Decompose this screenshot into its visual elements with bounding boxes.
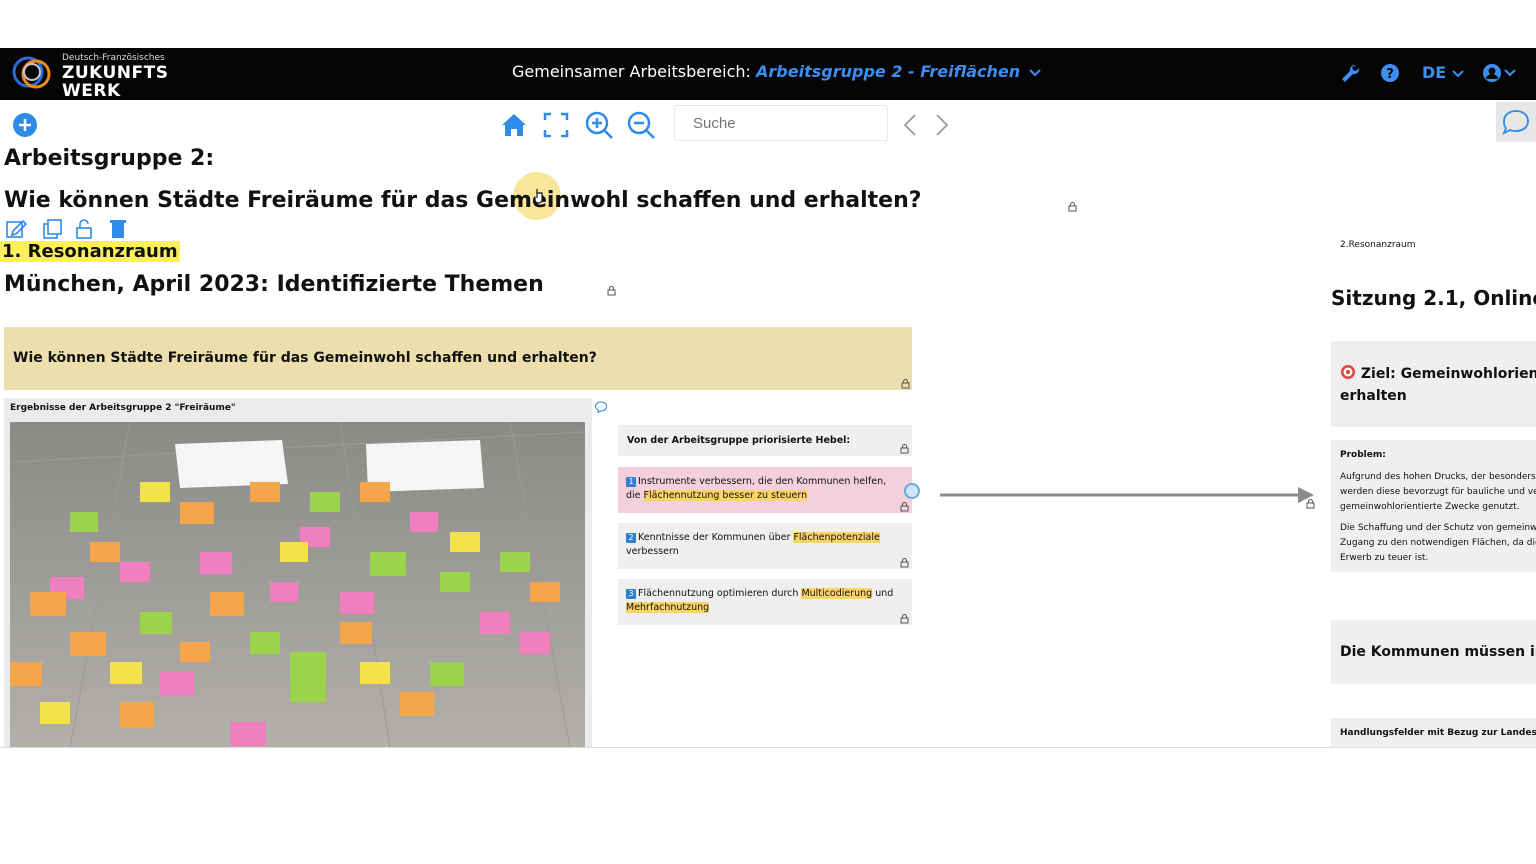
top-navbar: Deutsch-Französisches ZUKUNFTS WERK Geme… [0, 48, 1536, 101]
workspace-name: Arbeitsgruppe 2 - Freiflächen [756, 62, 1021, 81]
chevron-right-icon[interactable] [932, 110, 952, 140]
hebel-text: Flächennutzung optimieren durch [638, 588, 799, 599]
user-avatar-icon [1483, 64, 1516, 82]
zoom-in-icon[interactable] [584, 110, 614, 140]
comment-icon[interactable] [594, 400, 608, 414]
wrench-icon[interactable] [1338, 61, 1364, 87]
hebel-text-after: verbessern [626, 546, 679, 557]
chevron-down-icon [1452, 63, 1464, 82]
session-heading[interactable]: Sitzung 2.1, Online, [1331, 286, 1536, 310]
question-box-text: Wie können Städte Freiräume für das Geme… [13, 350, 597, 366]
lock-icon[interactable] [900, 444, 909, 454]
problem-card[interactable]: Problem: Aufgrund des hohen Drucks, der … [1331, 440, 1536, 572]
comments-button[interactable] [1496, 102, 1536, 142]
problem-line: Zugang zu den notwendigen Flächen, da di… [1340, 538, 1536, 548]
ziel-line2: erhalten [1340, 388, 1407, 404]
edit-icon[interactable] [6, 219, 28, 238]
problem-line: Erwerb zu teuer ist. [1340, 553, 1429, 563]
problem-title: Problem: [1340, 450, 1386, 460]
question-title[interactable]: Wie können Städte Freiräume für das Geme… [4, 188, 922, 213]
section-badge[interactable]: 1. Resonanzraum [0, 241, 180, 262]
handlungsfelder-card[interactable]: Handlungsfelder mit Bezug zur Landes- u [1331, 718, 1536, 748]
chat-bubble-icon [1502, 110, 1529, 135]
fullscreen-icon[interactable] [541, 110, 571, 140]
sticky-notes-photo[interactable] [10, 422, 585, 748]
svg-text:?: ? [1386, 67, 1394, 82]
hebel-heading: Von der Arbeitsgruppe priorisierte Hebel… [627, 435, 851, 446]
group-title[interactable]: Arbeitsgruppe 2: [4, 146, 214, 171]
ziel-card[interactable]: Ziel: Gemeinwohlorientie erhalten [1331, 341, 1536, 427]
section-heading[interactable]: München, April 2023: Identifizierte Them… [4, 272, 544, 297]
kommunen-text: Die Kommunen müssen in d [1340, 644, 1536, 660]
trash-icon[interactable] [110, 220, 126, 238]
resonanzraum-2-label[interactable]: 2.Resonanzraum [1340, 240, 1416, 250]
hebel-card-1[interactable]: 1 Instrumente verbessern, die den Kommune… [618, 467, 912, 513]
hebel-text: Kenntnisse der Kommunen über [638, 532, 791, 543]
logo-mark-icon [12, 56, 51, 89]
hebel-card-2[interactable]: 2 Kenntnisse der Kommunen über Flächenpot… [618, 523, 912, 569]
hebel-highlight-2: Mehrfachnutzung [626, 602, 710, 613]
help-icon[interactable]: ? [1378, 61, 1404, 87]
zoom-out-icon[interactable] [626, 110, 656, 140]
search-input[interactable] [674, 105, 888, 141]
language-selector[interactable]: DE [1422, 63, 1464, 82]
lock-icon[interactable] [1068, 202, 1077, 214]
home-icon[interactable] [499, 110, 529, 140]
unlock-icon[interactable] [76, 219, 92, 239]
hebel-highlight: Flächennutzung besser zu steuern [643, 490, 808, 501]
lock-icon[interactable] [900, 558, 909, 568]
chevron-down-icon [1029, 62, 1041, 81]
add-icon[interactable] [10, 110, 40, 140]
copy-icon[interactable] [43, 219, 62, 239]
canvas-bottom-border [0, 747, 1536, 748]
ziel-line1: Ziel: Gemeinwohlorientie [1360, 366, 1536, 382]
lock-icon[interactable] [901, 379, 910, 389]
connector-arrow[interactable] [898, 480, 1318, 510]
hand-cursor-icon [534, 189, 543, 204]
hebel-heading-card[interactable]: Von der Arbeitsgruppe priorisierte Hebel… [618, 425, 912, 456]
kommunen-card[interactable]: Die Kommunen müssen in d [1331, 620, 1536, 684]
hebel-highlight: Flächenpotenziale [793, 532, 880, 543]
logo-subtitle: Deutsch-Französisches [62, 53, 165, 63]
hebel-text-after: und [875, 588, 894, 599]
logo-title-line2: WERK [62, 81, 121, 101]
workspace-prefix: Gemeinsamer Arbeitsbereich: [512, 62, 751, 81]
problem-line: Die Schaffung und der Schutz von gemeinw… [1340, 523, 1536, 533]
target-icon [1341, 365, 1355, 379]
logo-title-line1: ZUKUNFTS [62, 63, 169, 83]
problem-line: werden diese bevorzugt für bauliche und … [1340, 487, 1536, 497]
number-badge: 2 [626, 533, 636, 543]
number-badge: 3 [626, 589, 636, 599]
hebel-highlight: Multicodierung [801, 588, 873, 599]
results-title: Ergebnisse der Arbeitsgruppe 2 "Freiräum… [10, 403, 236, 413]
chevron-left-icon[interactable] [900, 110, 920, 140]
lock-icon[interactable] [900, 614, 909, 624]
problem-line: Aufgrund des hohen Drucks, der besonders… [1340, 472, 1536, 482]
zukunftswerk-logo[interactable]: Deutsch-Französisches ZUKUNFTS WERK [10, 50, 210, 101]
language-label: DE [1422, 63, 1447, 82]
handlungsfelder-text: Handlungsfelder mit Bezug zur Landes- u [1340, 728, 1536, 738]
hebel-card-3[interactable]: 3 Flächennutzung optimieren durch Multico… [618, 579, 912, 625]
number-badge: 1 [626, 477, 636, 487]
problem-line: gemeinwohlorientierte Zwecke genutzt. [1340, 502, 1520, 512]
question-box[interactable]: Wie können Städte Freiräume für das Geme… [4, 327, 912, 390]
workspace-selector[interactable]: Gemeinsamer Arbeitsbereich: Arbeitsgrupp… [512, 62, 1041, 81]
user-menu[interactable] [1480, 61, 1524, 87]
lock-icon[interactable] [607, 286, 616, 298]
